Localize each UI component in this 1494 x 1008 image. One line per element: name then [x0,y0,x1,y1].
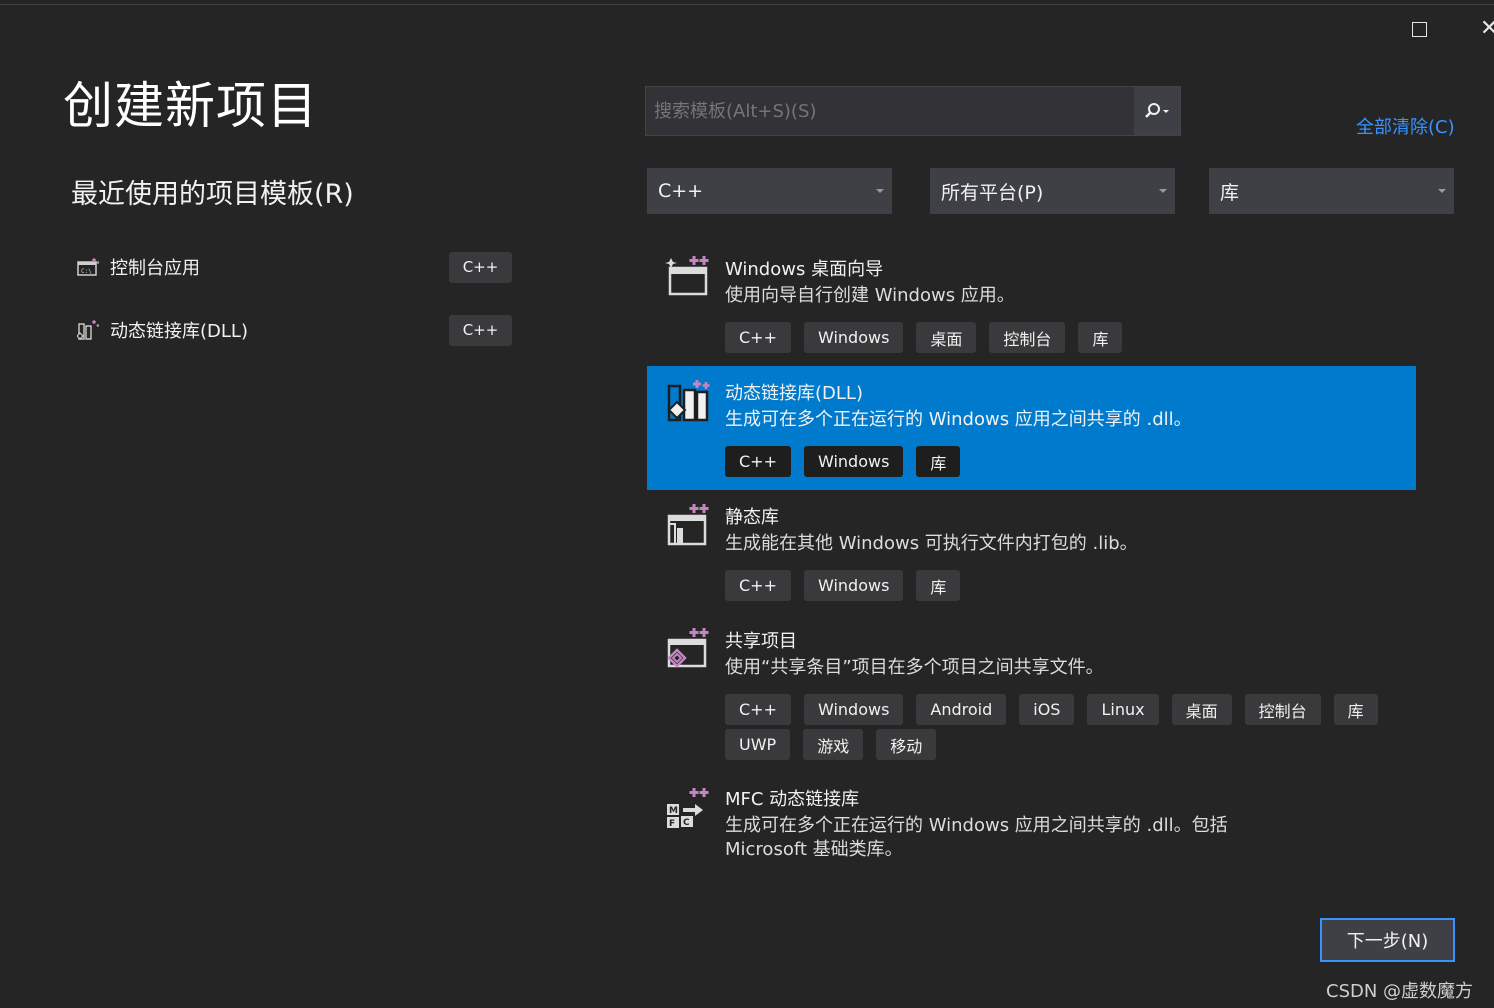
template-description: 生成可在多个正在运行的 Windows 应用之间共享的 .dll。 [725,409,1192,430]
tag: 库 [1078,322,1123,353]
tag: C++ [725,446,791,477]
template-name: 共享项目 [725,631,797,652]
tag: Windows [803,322,904,353]
template-name: 动态链接库(DLL) [725,383,863,404]
recent-item-console-app[interactable]: C:\ 控制台应用 C++ [72,247,512,287]
tag: C++ [725,570,791,601]
tag: 控制台 [1244,694,1321,725]
dll-icon [76,318,100,342]
template-search[interactable] [645,86,1181,136]
svg-text:C:\: C:\ [81,268,92,275]
template-description: 使用“共享条目”项目在多个项目之间共享文件。 [725,657,1104,678]
template-shared-project[interactable]: 共享项目 使用“共享条目”项目在多个项目之间共享文件。 C++ Windows … [647,614,1416,772]
recent-item-label: 控制台应用 [110,258,200,279]
language-filter-dropdown[interactable]: C++ [647,168,892,214]
tag: 库 [916,446,961,477]
template-tags: C++ Windows Android iOS Linux 桌面 控制台 库 U… [725,694,1405,760]
tag: 库 [916,570,961,601]
maximize-icon[interactable] [1412,22,1427,37]
page-title: 创建新项目 [63,77,318,135]
platform-filter-dropdown[interactable]: 所有平台(P) [930,168,1175,214]
template-name: MFC 动态链接库 [725,789,860,810]
template-mfc-dll[interactable]: M F C MFC 动态链接库 生成可在多个正在运行的 Windows 应用之间… [647,772,1416,888]
console-app-icon: C:\ [76,255,100,279]
chevron-down-icon [876,189,884,193]
tag: 控制台 [989,322,1066,353]
svg-text:M: M [669,806,678,816]
tag: 移动 [876,729,937,760]
tag: Windows [803,570,904,601]
language-filter-value: C++ [658,180,704,202]
shared-project-icon [665,626,711,672]
template-tags: C++ Windows 桌面 控制台 库 [725,322,1405,353]
clear-all-link[interactable]: 全部清除(C) [1356,113,1455,139]
tag: Android [916,694,1007,725]
svg-text:F: F [669,819,675,829]
chevron-down-icon [1438,189,1446,193]
search-icon[interactable] [1134,87,1180,135]
tag: 桌面 [1171,694,1232,725]
tag: 游戏 [803,729,864,760]
template-windows-desktop-wizard[interactable]: Windows 桌面向导 使用向导自行创建 Windows 应用。 C++ Wi… [647,242,1416,366]
project-type-filter-dropdown[interactable]: 库 [1209,168,1454,214]
template-name: 静态库 [725,507,779,528]
tag: C++ [725,694,791,725]
tag: UWP [725,729,791,760]
tag: iOS [1019,694,1075,725]
tag: C++ [725,322,791,353]
tag: 桌面 [916,322,977,353]
template-description: 生成可在多个正在运行的 Windows 应用之间共享的 .dll。包括 Micr… [725,815,1228,860]
language-badge: C++ [449,251,512,283]
template-tags: C++ Windows 库 [725,446,1405,477]
template-tags: C++ Windows 库 [725,570,1405,601]
recent-templates-heading: 最近使用的项目模板(R) [71,179,354,210]
tag: Windows [803,694,904,725]
template-description: 生成能在其他 Windows 可执行文件内打包的 .lib。 [725,533,1138,554]
template-description: 使用向导自行创建 Windows 应用。 [725,285,1015,306]
template-list[interactable]: Windows 桌面向导 使用向导自行创建 Windows 应用。 C++ Wi… [647,242,1416,888]
watermark: CSDN @虚数魔方 [1326,981,1474,1002]
tag: 库 [1333,694,1378,725]
chevron-down-icon [1159,189,1167,193]
tag: Linux [1087,694,1159,725]
dll-icon [665,378,711,424]
mfc-dll-icon: M F C [665,786,711,832]
static-library-icon [665,502,711,548]
tag: Windows [803,446,904,477]
template-static-library[interactable]: 静态库 生成能在其他 Windows 可执行文件内打包的 .lib。 C++ W… [647,490,1416,614]
template-dll[interactable]: 动态链接库(DLL) 生成可在多个正在运行的 Windows 应用之间共享的 .… [647,366,1416,490]
platform-filter-value: 所有平台(P) [941,181,1044,204]
language-badge: C++ [449,314,512,346]
top-border [0,4,1494,5]
search-input[interactable] [654,91,1134,131]
project-type-filter-value: 库 [1220,181,1240,204]
close-icon[interactable]: ✕ [1480,16,1494,41]
template-name: Windows 桌面向导 [725,259,884,280]
recent-item-label: 动态链接库(DLL) [110,321,248,342]
wizard-icon [665,254,711,300]
recent-item-dll[interactable]: 动态链接库(DLL) C++ [72,310,512,350]
svg-text:C: C [683,818,690,828]
next-button[interactable]: 下一步(N) [1320,918,1455,962]
